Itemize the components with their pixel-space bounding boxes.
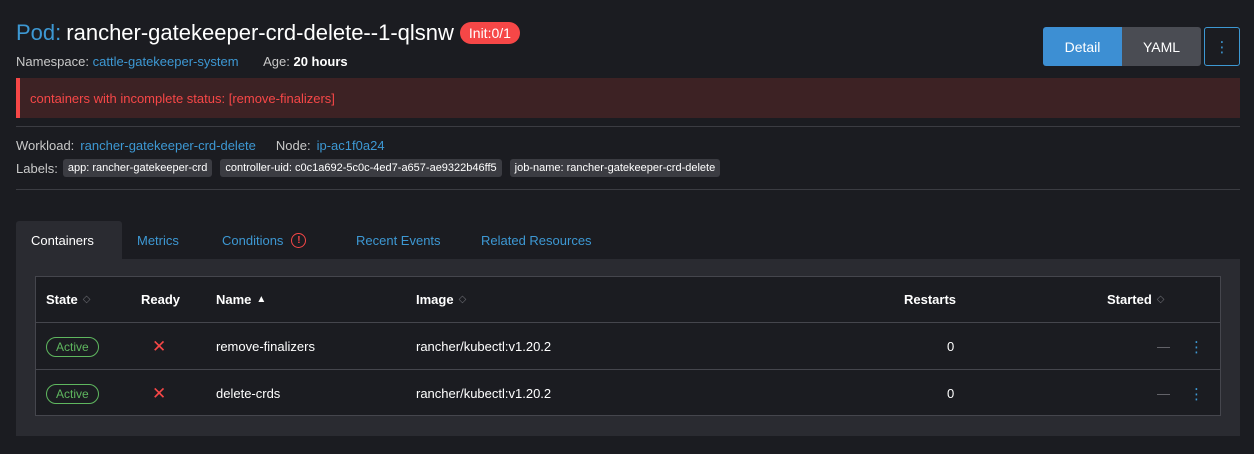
view-toggle: Detail YAML xyxy=(1043,27,1201,66)
column-header-image[interactable]: Image ◇ xyxy=(416,277,466,322)
banner-message: containers with incomplete status: [remo… xyxy=(30,90,335,106)
node-label: Node: xyxy=(275,138,311,153)
started-cell: — xyxy=(1157,386,1170,401)
tab-label: Conditions xyxy=(222,232,284,248)
column-label: State xyxy=(46,292,78,307)
ready-cell: ✕ xyxy=(152,323,166,370)
column-label: Restarts xyxy=(904,292,957,307)
table-row: Active ✕ remove-finalizers rancher/kubec… xyxy=(36,322,1220,369)
column-label: Ready xyxy=(141,292,181,307)
restarts-cell: 0 xyxy=(947,386,955,401)
tab-conditions[interactable]: Conditions ! xyxy=(222,221,356,259)
label-chip: controller-uid: c0c1a692-5c0c-4ed7-a657-… xyxy=(220,159,502,177)
restarts-cell: 0 xyxy=(947,339,955,354)
yaml-button[interactable]: YAML xyxy=(1122,27,1201,66)
labels-row: Labels: app: rancher-gatekeeper-crd cont… xyxy=(16,158,721,178)
workload-row: Workload: rancher-gatekeeper-crd-delete … xyxy=(16,138,385,153)
label-chip: job-name: rancher-gatekeeper-crd-delete xyxy=(509,159,721,177)
name-cell: delete-crds xyxy=(216,386,281,401)
state-cell: Active xyxy=(46,370,99,417)
table-row: Active ✕ delete-crds rancher/kubectl:v1.… xyxy=(36,369,1220,416)
pod-meta: Namespace: cattle-gatekeeper-system Age:… xyxy=(16,54,348,69)
tab-metrics[interactable]: Metrics xyxy=(122,221,222,259)
image-cell: rancher/kubectl:v1.20.2 xyxy=(416,339,552,354)
column-header-state[interactable]: State ◇ xyxy=(46,277,91,322)
ready-cell: ✕ xyxy=(152,370,166,417)
column-header-restarts: Restarts xyxy=(904,277,956,322)
resource-type-label: Pod: xyxy=(16,20,62,45)
containers-table: State ◇ Ready Name ▲ Image ◇ Restarts St… xyxy=(35,276,1221,416)
detail-button[interactable]: Detail xyxy=(1043,27,1122,66)
column-label: Image xyxy=(416,292,454,307)
image-cell: rancher/kubectl:v1.20.2 xyxy=(416,386,552,401)
not-ready-icon: ✕ xyxy=(152,383,167,403)
column-header-name[interactable]: Name ▲ xyxy=(216,277,266,322)
age-value: 20 hours xyxy=(293,54,348,69)
name-cell: remove-finalizers xyxy=(216,339,315,354)
tab-label: Related Resources xyxy=(481,232,592,248)
column-header-started[interactable]: Started ◇ xyxy=(1107,277,1165,322)
tab-containers[interactable]: Containers xyxy=(16,221,122,259)
sort-icon: ◇ xyxy=(82,294,91,305)
column-label: Started xyxy=(1107,292,1152,307)
row-actions-icon[interactable]: ⋮ xyxy=(1189,370,1204,417)
page-title: Pod: rancher-gatekeeper-crd-delete--1-ql… xyxy=(16,18,520,48)
state-badge: Active xyxy=(46,336,99,357)
node-link[interactable]: ip-ac1f0a24 xyxy=(317,138,385,153)
workload-link[interactable]: rancher-gatekeeper-crd-delete xyxy=(80,138,256,153)
started-cell: — xyxy=(1157,339,1170,354)
tab-label: Containers xyxy=(31,232,94,248)
namespace-link[interactable]: cattle-gatekeeper-system xyxy=(93,54,239,69)
tab-label: Metrics xyxy=(137,232,179,248)
column-label: Name xyxy=(216,292,252,307)
labels-label: Labels: xyxy=(16,160,58,176)
divider xyxy=(16,189,1240,190)
state-badge: Active xyxy=(46,383,99,404)
tab-label: Recent Events xyxy=(356,232,441,248)
state-cell: Active xyxy=(46,323,99,370)
age-label: Age: xyxy=(263,54,290,69)
tab-bar: Containers Metrics Conditions ! Recent E… xyxy=(16,221,621,259)
not-ready-icon: ✕ xyxy=(152,336,167,356)
row-actions-icon[interactable]: ⋮ xyxy=(1189,323,1204,370)
warning-icon: ! xyxy=(291,232,307,248)
status-badge: Init:0/1 xyxy=(459,22,520,44)
namespace-label: Namespace: xyxy=(16,54,89,69)
column-header-ready: Ready xyxy=(141,277,180,322)
tab-recent-events[interactable]: Recent Events xyxy=(356,221,481,259)
sort-icon: ◇ xyxy=(458,294,467,305)
sort-asc-icon: ▲ xyxy=(256,294,267,305)
divider xyxy=(16,126,1240,127)
tab-related-resources[interactable]: Related Resources xyxy=(481,221,621,259)
pod-name: rancher-gatekeeper-crd-delete--1-qlsnw xyxy=(66,20,454,45)
error-banner: containers with incomplete status: [remo… xyxy=(16,78,1240,118)
workload-label: Workload: xyxy=(16,138,75,153)
more-actions-icon[interactable]: ⋮ xyxy=(1204,27,1240,66)
sort-icon: ◇ xyxy=(1156,294,1165,305)
label-chip: app: rancher-gatekeeper-crd xyxy=(62,159,213,177)
